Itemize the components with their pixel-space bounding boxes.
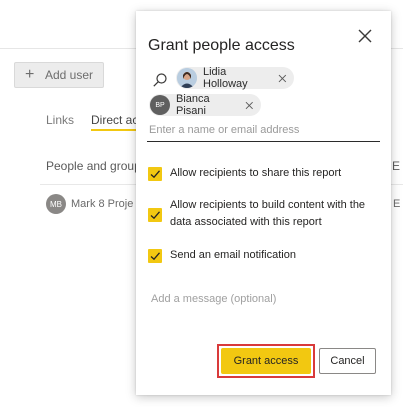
search-icon [153, 73, 167, 87]
avatar: BP [150, 95, 170, 115]
grant-access-button[interactable]: Grant access [221, 348, 311, 374]
message-input[interactable] [147, 287, 381, 311]
recipient-chip-bianca: BP Bianca Pisani [149, 93, 261, 117]
email-checkbox[interactable] [148, 249, 162, 263]
checkmark-icon [150, 170, 160, 179]
checkmark-icon [150, 252, 160, 261]
dialog-title: Grant people access [148, 37, 295, 54]
share-option-label: Allow recipients to share this report [170, 167, 342, 179]
close-button[interactable] [354, 25, 376, 47]
email-option-label: Send an email notification [170, 249, 296, 261]
tab-links[interactable]: Links [46, 113, 74, 127]
recipient-chip-lidia: Lidia Holloway [176, 66, 294, 90]
table-row-name: Mark 8 Proje [71, 198, 134, 210]
close-icon [358, 29, 372, 43]
share-checkbox[interactable] [148, 167, 162, 181]
grant-access-dialog: Grant people access Lidia Holloway BP Bi… [136, 11, 391, 395]
column-header-email: E [392, 159, 401, 173]
avatar [177, 68, 197, 88]
add-user-button[interactable]: + Add user [14, 62, 104, 88]
avatar: MB [46, 194, 66, 214]
option-share-report: Allow recipients to share this report [148, 167, 380, 182]
plus-icon: + [25, 66, 35, 83]
active-tab-indicator [91, 129, 137, 131]
add-user-label: Add user [45, 68, 94, 82]
option-build-content: Allow recipients to build content with t… [148, 199, 380, 231]
remove-icon[interactable] [245, 101, 254, 110]
tab-direct-access[interactable]: Direct ac [91, 113, 138, 127]
build-option-label: Allow recipients to build content with t… [170, 199, 366, 228]
option-email-notification: Send an email notification [148, 249, 380, 264]
build-checkbox[interactable] [148, 208, 162, 222]
remove-icon[interactable] [278, 74, 287, 83]
cancel-button[interactable]: Cancel [319, 348, 376, 374]
column-header-people: People and group [46, 159, 141, 173]
table-row-email: E [393, 198, 401, 210]
checkmark-icon [150, 211, 160, 220]
recipient-search-input[interactable] [147, 119, 380, 142]
chip-label: Lidia Holloway [203, 66, 248, 90]
chip-label: Bianca Pisani [176, 93, 210, 117]
